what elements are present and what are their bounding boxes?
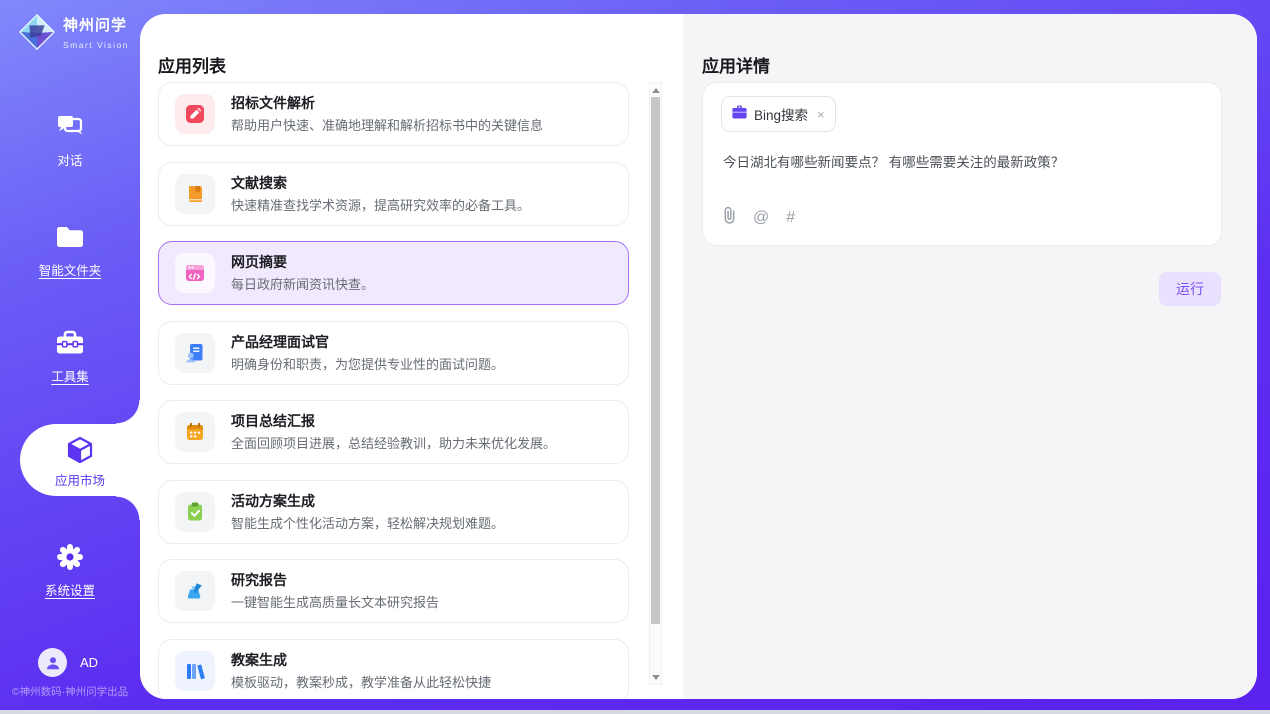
app-card[interactable]: 研究报告一键智能生成高质量长文本研究报告 — [158, 559, 629, 623]
sidebar-item-gear[interactable]: 系统设置 — [0, 540, 140, 599]
app-list-pane: 应用列表 招标文件解析帮助用户快速、准确地理解和解析招标书中的关键信息文献搜索快… — [140, 14, 683, 699]
tool-chip-label: Bing搜索 — [754, 104, 808, 124]
sidebar: 神州问学 Smart Vision 对话智能文件夹工具集应用市场系统设置 AD … — [0, 0, 140, 714]
app-card[interactable]: 招标文件解析帮助用户快速、准确地理解和解析招标书中的关键信息 — [158, 82, 629, 146]
clipboard-icon — [175, 492, 215, 532]
attachment-icon[interactable] — [723, 206, 736, 229]
sidebar-item-label: 系统设置 — [0, 580, 140, 599]
window-bottom-strip — [0, 710, 1270, 714]
scroll-up-icon[interactable] — [650, 83, 661, 97]
avatar[interactable] — [38, 648, 67, 677]
app-list-scrollbar[interactable] — [649, 82, 662, 685]
gear-icon — [0, 540, 140, 574]
run-button[interactable]: 运行 — [1159, 272, 1221, 306]
app-card-description: 帮助用户快速、准确地理解和解析招标书中的关键信息 — [231, 117, 543, 134]
mention-icon[interactable]: @ — [753, 210, 769, 226]
app-card-description: 全面回顾项目进展，总结经验教训，助力未来优化发展。 — [231, 435, 556, 452]
app-card-title: 活动方案生成 — [231, 493, 315, 509]
logo-title: 神州问学 — [63, 17, 127, 34]
app-card-title: 研究报告 — [231, 572, 287, 588]
webpage-icon — [175, 253, 215, 293]
sidebar-item-folder[interactable]: 智能文件夹 — [0, 220, 140, 279]
app-card-title: 产品经理面试官 — [231, 334, 329, 350]
app-card-title: 网页摘要 — [231, 254, 287, 270]
app-card[interactable]: 网页摘要每日政府新闻资讯快查。 — [158, 241, 629, 305]
chip-close-icon[interactable]: × — [815, 107, 825, 122]
folder-icon — [0, 220, 140, 254]
book-icon — [175, 174, 215, 214]
edit-icon — [175, 94, 215, 134]
cube-icon — [20, 433, 140, 467]
chat-icon — [0, 110, 140, 144]
app-card-description: 快速精准查找学术资源，提高研究效率的必备工具。 — [231, 197, 530, 214]
report-icon — [175, 571, 215, 611]
main-content: 应用列表 招标文件解析帮助用户快速、准确地理解和解析招标书中的关键信息文献搜索快… — [140, 14, 1257, 699]
diamond-logo-icon — [18, 13, 56, 56]
sidebar-item-cube[interactable]: 应用市场 — [20, 424, 140, 496]
interview-icon — [175, 333, 215, 373]
sidebar-item-label: 智能文件夹 — [0, 260, 140, 279]
app-card[interactable]: 文献搜索快速精准查找学术资源，提高研究效率的必备工具。 — [158, 162, 629, 226]
scrollbar-thumb[interactable] — [651, 97, 660, 624]
sidebar-item-label: 对话 — [0, 150, 140, 169]
app-card-title: 招标文件解析 — [231, 95, 315, 111]
hash-icon[interactable]: # — [786, 210, 795, 226]
app-card-title: 文献搜索 — [231, 175, 287, 191]
copyright-text: ©神州数码·神州问学出品 — [0, 684, 140, 699]
logo-subtitle: Smart Vision — [63, 40, 129, 50]
briefcase-icon — [732, 105, 747, 124]
app-logo: 神州问学 Smart Vision — [18, 13, 140, 56]
sidebar-item-label: 工具集 — [0, 366, 140, 385]
prompt-input[interactable]: 今日湖北有哪些新闻要点？ 有哪些需要关注的最新政策？ — [723, 153, 1201, 172]
app-card-description: 明确身份和职责，为您提供专业性的面试问题。 — [231, 356, 504, 373]
app-card-title: 教案生成 — [231, 652, 287, 668]
sidebar-item-label: 应用市场 — [20, 470, 140, 489]
app-detail-title: 应用详情 — [702, 52, 770, 77]
person-icon — [45, 655, 61, 671]
scroll-down-icon[interactable] — [650, 670, 661, 684]
app-detail-pane: 应用详情 Bing搜索 × 今日湖北有哪些新闻要点？ 有哪些需要关注的最新政策？… — [683, 14, 1257, 699]
user-account[interactable]: AD — [38, 648, 98, 677]
tool-chip-bing-search[interactable]: Bing搜索 × — [721, 96, 836, 132]
app-card[interactable]: 教案生成模板驱动，教案秒成，教学准备从此轻松快捷 — [158, 639, 629, 700]
books-icon — [175, 651, 215, 691]
app-card-description: 智能生成个性化活动方案，轻松解决规划难题。 — [231, 515, 504, 532]
app-card[interactable]: 活动方案生成智能生成个性化活动方案，轻松解决规划难题。 — [158, 480, 629, 544]
app-card-description: 模板驱动，教案秒成，教学准备从此轻松快捷 — [231, 674, 491, 691]
app-list-title: 应用列表 — [158, 52, 226, 77]
scrollbar-track[interactable] — [650, 97, 661, 670]
app-card-list: 招标文件解析帮助用户快速、准确地理解和解析招标书中的关键信息文献搜索快速精准查找… — [158, 82, 629, 699]
toolbox-icon — [0, 326, 140, 360]
app-card-description: 一键智能生成高质量长文本研究报告 — [231, 594, 439, 611]
calendar-icon — [175, 412, 215, 452]
user-name: AD — [80, 655, 98, 670]
app-card[interactable]: 项目总结汇报全面回顾项目进展，总结经验教训，助力未来优化发展。 — [158, 400, 629, 464]
app-card[interactable]: 产品经理面试官明确身份和职责，为您提供专业性的面试问题。 — [158, 321, 629, 385]
composer-toolbar: @# — [723, 206, 795, 229]
app-card-description: 每日政府新闻资讯快查。 — [231, 276, 374, 293]
app-card-title: 项目总结汇报 — [231, 413, 315, 429]
sidebar-item-toolbox[interactable]: 工具集 — [0, 326, 140, 385]
sidebar-item-chat[interactable]: 对话 — [0, 110, 140, 169]
prompt-composer: Bing搜索 × 今日湖北有哪些新闻要点？ 有哪些需要关注的最新政策？ @# — [702, 82, 1222, 246]
